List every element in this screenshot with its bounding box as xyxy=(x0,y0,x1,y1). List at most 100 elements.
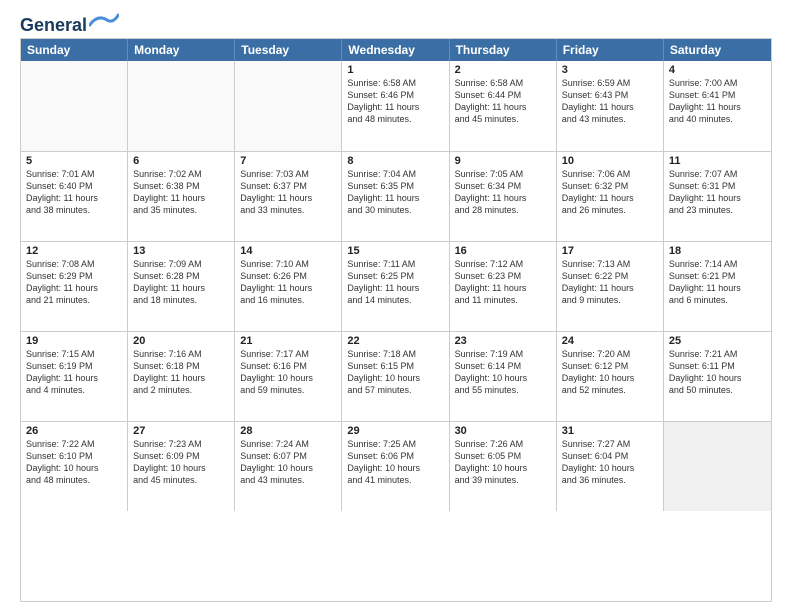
day-info: Sunrise: 7:14 AM Sunset: 6:21 PM Dayligh… xyxy=(669,258,766,307)
day-cell-9: 9Sunrise: 7:05 AM Sunset: 6:34 PM Daylig… xyxy=(450,152,557,241)
calendar-row: 19Sunrise: 7:15 AM Sunset: 6:19 PM Dayli… xyxy=(21,331,771,421)
weekday-header-wednesday: Wednesday xyxy=(342,39,449,61)
day-info: Sunrise: 7:06 AM Sunset: 6:32 PM Dayligh… xyxy=(562,168,658,217)
day-info: Sunrise: 7:03 AM Sunset: 6:37 PM Dayligh… xyxy=(240,168,336,217)
weekday-header-monday: Monday xyxy=(128,39,235,61)
day-cell-4: 4Sunrise: 7:00 AM Sunset: 6:41 PM Daylig… xyxy=(664,61,771,151)
day-info: Sunrise: 7:21 AM Sunset: 6:11 PM Dayligh… xyxy=(669,348,766,397)
day-info: Sunrise: 7:07 AM Sunset: 6:31 PM Dayligh… xyxy=(669,168,766,217)
day-info: Sunrise: 7:22 AM Sunset: 6:10 PM Dayligh… xyxy=(26,438,122,487)
empty-cell xyxy=(21,61,128,151)
page: General SundayMondayTuesdayWednesdayThur… xyxy=(0,0,792,612)
empty-cell xyxy=(664,422,771,511)
day-cell-21: 21Sunrise: 7:17 AM Sunset: 6:16 PM Dayli… xyxy=(235,332,342,421)
empty-cell xyxy=(128,61,235,151)
day-number: 10 xyxy=(562,155,658,167)
day-cell-14: 14Sunrise: 7:10 AM Sunset: 6:26 PM Dayli… xyxy=(235,242,342,331)
day-cell-26: 26Sunrise: 7:22 AM Sunset: 6:10 PM Dayli… xyxy=(21,422,128,511)
day-cell-17: 17Sunrise: 7:13 AM Sunset: 6:22 PM Dayli… xyxy=(557,242,664,331)
day-number: 17 xyxy=(562,245,658,257)
day-cell-29: 29Sunrise: 7:25 AM Sunset: 6:06 PM Dayli… xyxy=(342,422,449,511)
day-number: 18 xyxy=(669,245,766,257)
day-number: 30 xyxy=(455,425,551,437)
day-info: Sunrise: 7:01 AM Sunset: 6:40 PM Dayligh… xyxy=(26,168,122,217)
day-info: Sunrise: 7:17 AM Sunset: 6:16 PM Dayligh… xyxy=(240,348,336,397)
day-cell-11: 11Sunrise: 7:07 AM Sunset: 6:31 PM Dayli… xyxy=(664,152,771,241)
day-number: 8 xyxy=(347,155,443,167)
calendar-row: 1Sunrise: 6:58 AM Sunset: 6:46 PM Daylig… xyxy=(21,61,771,151)
day-number: 28 xyxy=(240,425,336,437)
day-number: 11 xyxy=(669,155,766,167)
day-number: 16 xyxy=(455,245,551,257)
day-number: 14 xyxy=(240,245,336,257)
day-cell-23: 23Sunrise: 7:19 AM Sunset: 6:14 PM Dayli… xyxy=(450,332,557,421)
day-info: Sunrise: 7:04 AM Sunset: 6:35 PM Dayligh… xyxy=(347,168,443,217)
calendar: SundayMondayTuesdayWednesdayThursdayFrid… xyxy=(20,38,772,602)
day-number: 21 xyxy=(240,335,336,347)
day-cell-28: 28Sunrise: 7:24 AM Sunset: 6:07 PM Dayli… xyxy=(235,422,342,511)
day-cell-31: 31Sunrise: 7:27 AM Sunset: 6:04 PM Dayli… xyxy=(557,422,664,511)
weekday-header-friday: Friday xyxy=(557,39,664,61)
day-info: Sunrise: 7:11 AM Sunset: 6:25 PM Dayligh… xyxy=(347,258,443,307)
day-number: 23 xyxy=(455,335,551,347)
day-info: Sunrise: 7:16 AM Sunset: 6:18 PM Dayligh… xyxy=(133,348,229,397)
day-number: 26 xyxy=(26,425,122,437)
day-number: 4 xyxy=(669,64,766,76)
day-number: 3 xyxy=(562,64,658,76)
day-number: 22 xyxy=(347,335,443,347)
day-cell-6: 6Sunrise: 7:02 AM Sunset: 6:38 PM Daylig… xyxy=(128,152,235,241)
day-info: Sunrise: 6:58 AM Sunset: 6:44 PM Dayligh… xyxy=(455,77,551,126)
day-number: 6 xyxy=(133,155,229,167)
calendar-row: 26Sunrise: 7:22 AM Sunset: 6:10 PM Dayli… xyxy=(21,421,771,511)
day-number: 25 xyxy=(669,335,766,347)
day-number: 20 xyxy=(133,335,229,347)
day-number: 2 xyxy=(455,64,551,76)
weekday-header-thursday: Thursday xyxy=(450,39,557,61)
weekday-header-sunday: Sunday xyxy=(21,39,128,61)
day-info: Sunrise: 7:12 AM Sunset: 6:23 PM Dayligh… xyxy=(455,258,551,307)
day-cell-27: 27Sunrise: 7:23 AM Sunset: 6:09 PM Dayli… xyxy=(128,422,235,511)
day-info: Sunrise: 7:08 AM Sunset: 6:29 PM Dayligh… xyxy=(26,258,122,307)
day-info: Sunrise: 7:27 AM Sunset: 6:04 PM Dayligh… xyxy=(562,438,658,487)
day-cell-18: 18Sunrise: 7:14 AM Sunset: 6:21 PM Dayli… xyxy=(664,242,771,331)
day-cell-1: 1Sunrise: 6:58 AM Sunset: 6:46 PM Daylig… xyxy=(342,61,449,151)
day-number: 13 xyxy=(133,245,229,257)
day-info: Sunrise: 6:58 AM Sunset: 6:46 PM Dayligh… xyxy=(347,77,443,126)
day-number: 15 xyxy=(347,245,443,257)
day-info: Sunrise: 7:13 AM Sunset: 6:22 PM Dayligh… xyxy=(562,258,658,307)
day-info: Sunrise: 7:10 AM Sunset: 6:26 PM Dayligh… xyxy=(240,258,336,307)
day-info: Sunrise: 7:20 AM Sunset: 6:12 PM Dayligh… xyxy=(562,348,658,397)
day-info: Sunrise: 7:24 AM Sunset: 6:07 PM Dayligh… xyxy=(240,438,336,487)
day-info: Sunrise: 7:18 AM Sunset: 6:15 PM Dayligh… xyxy=(347,348,443,397)
day-cell-19: 19Sunrise: 7:15 AM Sunset: 6:19 PM Dayli… xyxy=(21,332,128,421)
day-number: 29 xyxy=(347,425,443,437)
logo-icon xyxy=(89,12,119,32)
day-info: Sunrise: 7:26 AM Sunset: 6:05 PM Dayligh… xyxy=(455,438,551,487)
day-cell-20: 20Sunrise: 7:16 AM Sunset: 6:18 PM Dayli… xyxy=(128,332,235,421)
day-cell-25: 25Sunrise: 7:21 AM Sunset: 6:11 PM Dayli… xyxy=(664,332,771,421)
header: General xyxy=(20,16,772,32)
day-number: 12 xyxy=(26,245,122,257)
day-number: 24 xyxy=(562,335,658,347)
empty-cell xyxy=(235,61,342,151)
day-info: Sunrise: 7:15 AM Sunset: 6:19 PM Dayligh… xyxy=(26,348,122,397)
day-number: 27 xyxy=(133,425,229,437)
day-number: 19 xyxy=(26,335,122,347)
day-cell-15: 15Sunrise: 7:11 AM Sunset: 6:25 PM Dayli… xyxy=(342,242,449,331)
calendar-row: 5Sunrise: 7:01 AM Sunset: 6:40 PM Daylig… xyxy=(21,151,771,241)
day-cell-8: 8Sunrise: 7:04 AM Sunset: 6:35 PM Daylig… xyxy=(342,152,449,241)
day-info: Sunrise: 7:09 AM Sunset: 6:28 PM Dayligh… xyxy=(133,258,229,307)
day-info: Sunrise: 7:19 AM Sunset: 6:14 PM Dayligh… xyxy=(455,348,551,397)
day-info: Sunrise: 7:23 AM Sunset: 6:09 PM Dayligh… xyxy=(133,438,229,487)
day-cell-2: 2Sunrise: 6:58 AM Sunset: 6:44 PM Daylig… xyxy=(450,61,557,151)
day-cell-16: 16Sunrise: 7:12 AM Sunset: 6:23 PM Dayli… xyxy=(450,242,557,331)
day-cell-5: 5Sunrise: 7:01 AM Sunset: 6:40 PM Daylig… xyxy=(21,152,128,241)
day-cell-24: 24Sunrise: 7:20 AM Sunset: 6:12 PM Dayli… xyxy=(557,332,664,421)
day-info: Sunrise: 7:00 AM Sunset: 6:41 PM Dayligh… xyxy=(669,77,766,126)
weekday-header-saturday: Saturday xyxy=(664,39,771,61)
calendar-row: 12Sunrise: 7:08 AM Sunset: 6:29 PM Dayli… xyxy=(21,241,771,331)
logo: General xyxy=(20,16,119,32)
calendar-header: SundayMondayTuesdayWednesdayThursdayFrid… xyxy=(21,39,771,61)
day-info: Sunrise: 7:05 AM Sunset: 6:34 PM Dayligh… xyxy=(455,168,551,217)
day-info: Sunrise: 7:25 AM Sunset: 6:06 PM Dayligh… xyxy=(347,438,443,487)
